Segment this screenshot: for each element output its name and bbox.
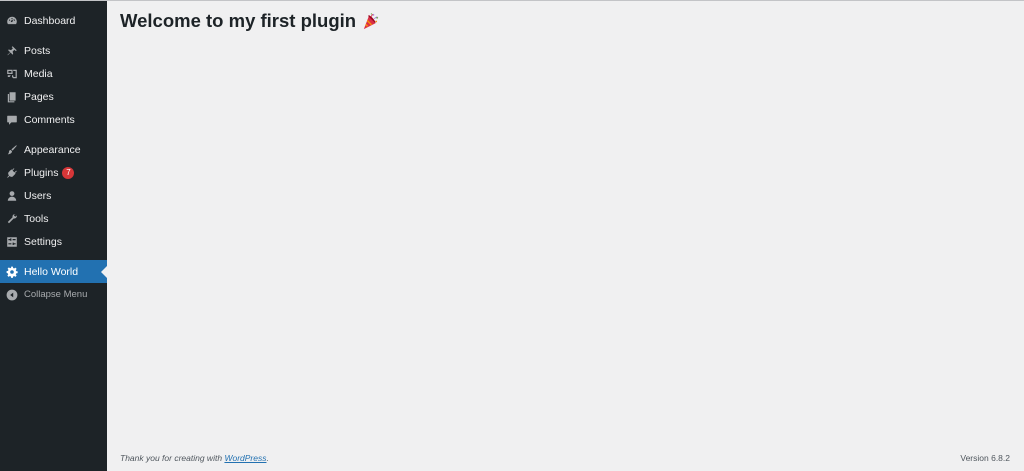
sidebar-item-label: Plugins — [24, 166, 59, 179]
sidebar-item-label: Posts — [24, 44, 51, 57]
sidebar-item-media[interactable]: Media — [0, 62, 107, 85]
sidebar-item-label: Users — [24, 189, 52, 202]
pushpin-icon — [6, 45, 18, 57]
sidebar-item-label: Tools — [24, 212, 49, 225]
sidebar-item-posts[interactable]: Posts — [0, 39, 107, 62]
footer-thankyou: Thank you for creating with WordPress. — [120, 453, 269, 463]
pages-icon — [6, 91, 18, 103]
plugin-icon — [6, 167, 18, 179]
media-icon — [6, 68, 18, 80]
sidebar-item-users[interactable]: Users — [0, 184, 107, 207]
sidebar-item-hello-world[interactable]: Hello World — [0, 260, 107, 283]
page-title-text: Welcome to my first plugin — [120, 10, 357, 31]
wrench-icon — [6, 213, 18, 225]
user-icon — [6, 190, 18, 202]
page-title: Welcome to my first plugin — [120, 10, 380, 32]
sidebar-item-label: Hello World — [24, 265, 79, 278]
admin-sidebar-menu: Dashboard Posts Media Pages Comments App… — [0, 1, 107, 471]
sidebar-item-label: Collapse Menu — [24, 289, 88, 300]
main-content: Welcome to my first plugin Thank you for — [107, 1, 1024, 471]
plugins-update-count-badge: 7 — [62, 166, 75, 179]
wordpress-link[interactable]: WordPress — [224, 453, 266, 463]
sidebar-item-label: Media — [24, 67, 53, 80]
sidebar-item-label: Appearance — [24, 143, 81, 156]
collapse-menu-button[interactable]: Collapse Menu — [0, 283, 107, 306]
sidebar-item-label: Dashboard — [24, 14, 76, 27]
sidebar-item-settings[interactable]: Settings — [0, 230, 107, 253]
sidebar-item-dashboard[interactable]: Dashboard — [0, 9, 107, 32]
collapse-arrow-icon — [6, 289, 18, 301]
sidebar-item-label: Settings — [24, 235, 62, 248]
dashboard-icon — [6, 15, 18, 27]
sidebar-item-comments[interactable]: Comments — [0, 108, 107, 131]
sidebar-item-label: Comments — [24, 113, 75, 126]
wp-admin-window: Dashboard Posts Media Pages Comments App… — [0, 0, 1024, 471]
settings-sliders-icon — [6, 236, 18, 248]
sidebar-item-plugins[interactable]: Plugins 7 — [0, 161, 107, 184]
sidebar-item-pages[interactable]: Pages — [0, 85, 107, 108]
footer-thanks-text: Thank you for creating with — [120, 453, 223, 463]
comment-bubble-icon — [6, 114, 18, 126]
paintbrush-icon — [6, 144, 18, 156]
gear-icon — [6, 266, 18, 278]
footer-version: Version 6.8.2 — [960, 453, 1010, 463]
sidebar-item-appearance[interactable]: Appearance — [0, 138, 107, 161]
sidebar-item-tools[interactable]: Tools — [0, 207, 107, 230]
party-popper-icon — [361, 12, 380, 31]
sidebar-item-label: Pages — [24, 90, 54, 103]
footer-thanks-suffix: . — [266, 453, 269, 463]
